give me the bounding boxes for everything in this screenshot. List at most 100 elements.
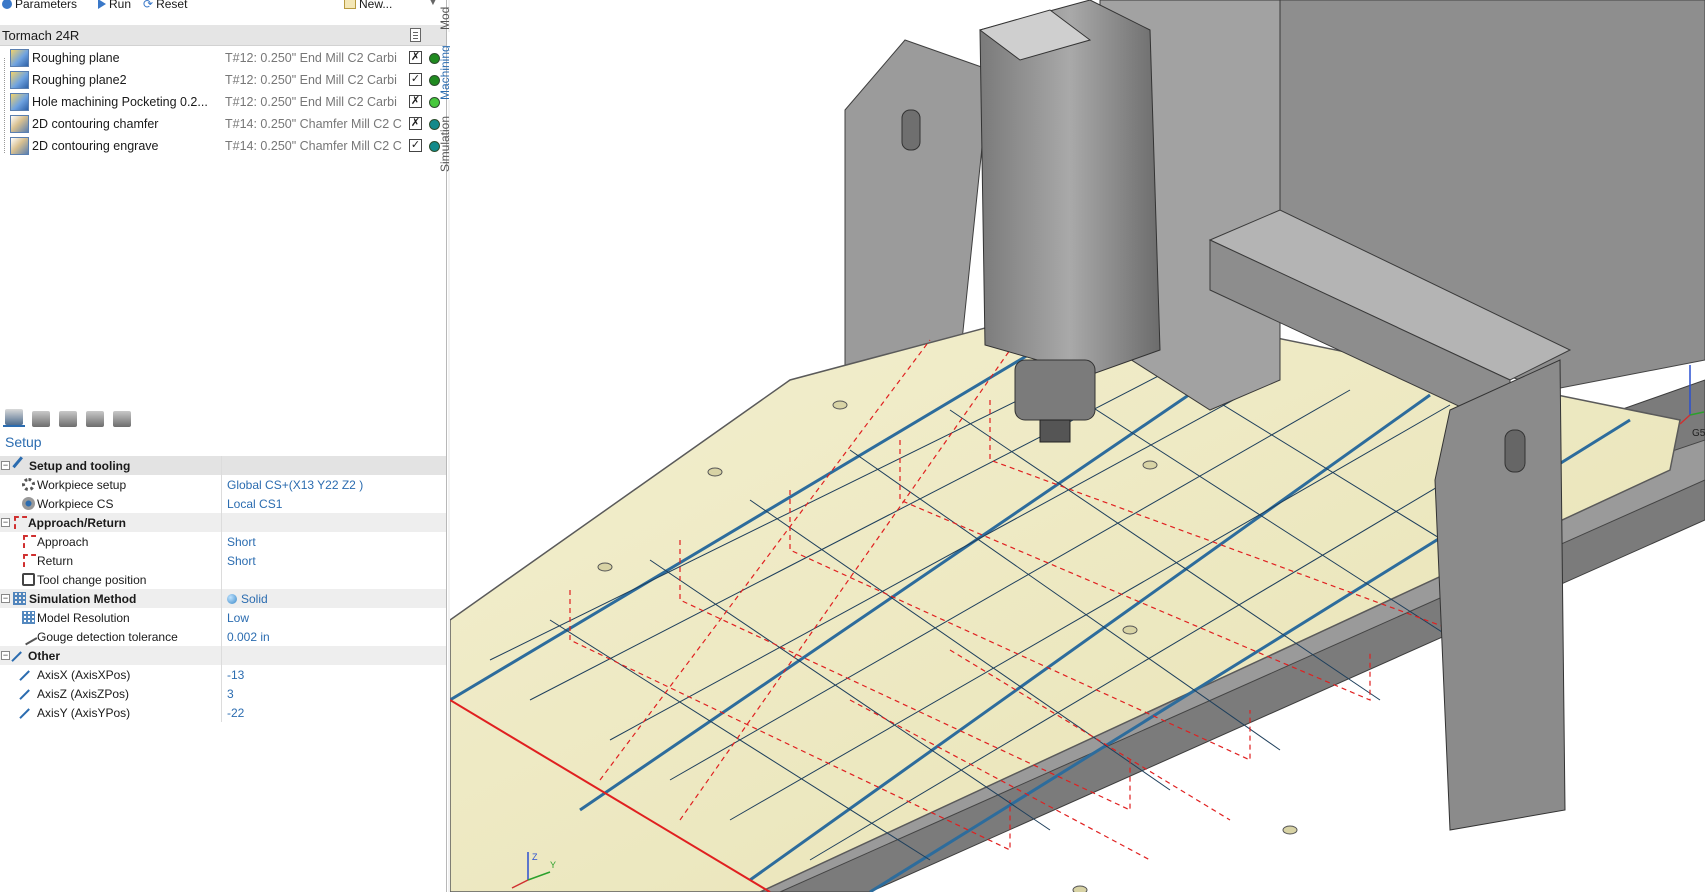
property-label: Gouge detection tolerance <box>37 630 178 644</box>
operations-toolbar: Parameters Run ⟳ Reset New... ▼ <box>0 0 446 12</box>
parameters-button[interactable]: Parameters <box>2 0 78 11</box>
operation-row[interactable]: Hole machining Pocketing 0.2... T#12: 0.… <box>0 91 446 113</box>
operation-row[interactable]: Roughing plane2 T#12: 0.250" End Mill C2… <box>0 69 446 91</box>
simulation-icon <box>13 592 26 605</box>
property-value[interactable]: Local CS1 <box>227 497 282 511</box>
property-row[interactable]: Model Resolution Low <box>0 608 446 627</box>
property-row[interactable]: AxisY (AxisYPos) -22 <box>0 703 446 727</box>
coordinate-system-icon <box>22 497 35 510</box>
property-value[interactable]: 3 <box>227 687 234 701</box>
operation-checkbox[interactable]: ✓ <box>409 139 422 152</box>
property-row[interactable]: Approach Short <box>0 532 446 551</box>
run-button[interactable]: Run <box>98 0 131 10</box>
property-label: AxisX (AxisXPos) <box>37 668 131 682</box>
collapse-icon[interactable]: − <box>1 651 10 660</box>
property-group-simulation[interactable]: − Simulation Method Solid <box>0 589 446 608</box>
property-row[interactable]: Workpiece CS Local CS1 <box>0 494 446 513</box>
property-row[interactable]: Tool change position <box>0 570 446 589</box>
right-upright-slot <box>1504 429 1526 473</box>
property-group-setup[interactable]: − Setup and tooling <box>0 456 446 475</box>
resolution-icon <box>22 611 35 624</box>
operation-name: Roughing plane2 <box>32 73 127 87</box>
property-row[interactable]: AxisZ (AxisZPos) 3 <box>0 684 446 708</box>
parameters-label: Parameters <box>15 0 78 11</box>
operation-tool: T#14: 0.250" Chamfer Mill C2 C <box>225 117 402 131</box>
property-label: AxisY (AxisYPos) <box>37 706 131 720</box>
column-divider <box>221 703 222 722</box>
group-label: Simulation Method <box>29 592 137 606</box>
tool-holder <box>1039 419 1071 443</box>
column-divider <box>221 608 222 627</box>
contouring-icon <box>10 115 29 133</box>
tab-probe[interactable] <box>111 405 133 427</box>
property-group-approach-return[interactable]: − Approach/Return <box>0 513 446 532</box>
property-value[interactable]: 0.002 in <box>227 630 270 644</box>
new-button[interactable]: New... <box>344 0 392 10</box>
property-label: Tool change position <box>37 573 147 587</box>
tab-fixture[interactable] <box>57 405 79 427</box>
operation-tool: T#14: 0.250" Chamfer Mill C2 C <box>225 139 402 153</box>
operation-row[interactable]: 2D contouring engrave T#14: 0.250" Chamf… <box>0 135 446 157</box>
column-divider <box>221 532 222 551</box>
3d-viewport[interactable]: Z Y G5 <box>450 0 1705 892</box>
collapse-icon[interactable]: − <box>1 594 10 603</box>
operation-checkbox[interactable]: ✗ <box>409 117 422 130</box>
gear-tools-icon <box>32 411 50 427</box>
group-label: Other <box>28 649 61 663</box>
operations-list: Roughing plane T#12: 0.250" End Mill C2 … <box>0 47 446 157</box>
property-row[interactable]: Workpiece setup Global CS+(X13 Y22 Z2 ) <box>0 475 446 494</box>
fixture-icon <box>59 411 77 427</box>
property-value[interactable]: Short <box>227 554 256 568</box>
triad-z-label: Z <box>532 852 538 862</box>
document-icon[interactable] <box>410 28 421 42</box>
collapse-icon[interactable]: − <box>1 461 10 470</box>
operation-checkbox[interactable]: ✗ <box>409 51 422 64</box>
triad-y-label: Y <box>550 860 556 870</box>
operations-panel: Parameters Run ⟳ Reset New... ▼ Tormach … <box>0 0 447 892</box>
property-group-other[interactable]: − Other <box>0 646 446 670</box>
operation-name: Hole machining Pocketing 0.2... <box>32 95 208 109</box>
operation-row[interactable]: 2D contouring chamfer T#14: 0.250" Chamf… <box>0 113 446 135</box>
property-tabs <box>3 405 133 429</box>
property-label: Model Resolution <box>37 611 130 625</box>
operation-name: 2D contouring engrave <box>32 139 159 153</box>
machine-scene[interactable]: Z Y <box>450 0 1705 892</box>
machine-header[interactable]: Tormach 24R <box>0 25 446 46</box>
operation-checkbox[interactable]: ✓ <box>409 73 422 86</box>
simulation-method-value[interactable]: Solid <box>227 592 268 606</box>
roughing-plane-icon <box>10 71 29 89</box>
reset-button[interactable]: ⟳ Reset <box>143 0 187 10</box>
property-value[interactable]: Short <box>227 535 256 549</box>
column-divider <box>221 494 222 513</box>
property-value[interactable]: -22 <box>227 706 244 720</box>
operation-checkbox[interactable]: ✗ <box>409 95 422 108</box>
property-row[interactable]: AxisX (AxisXPos) -13 <box>0 665 446 689</box>
solid-icon <box>227 594 237 604</box>
tab-stock[interactable] <box>84 405 106 427</box>
operation-tool: T#12: 0.250" End Mill C2 Carbi <box>225 73 397 87</box>
axis-icon <box>19 708 38 727</box>
machine-icon <box>5 409 23 425</box>
property-label: Workpiece CS <box>37 497 114 511</box>
parameters-icon <box>2 0 12 9</box>
workpiece-setup-icon <box>22 478 35 491</box>
column-divider <box>221 456 222 475</box>
spindle-nose <box>1014 359 1096 421</box>
tool-change-icon <box>22 573 35 586</box>
property-value[interactable]: Low <box>227 611 249 625</box>
operation-row[interactable]: Roughing plane T#12: 0.250" End Mill C2 … <box>0 47 446 69</box>
collapse-icon[interactable]: − <box>1 518 10 527</box>
property-label: Approach <box>37 535 89 549</box>
tab-machine[interactable] <box>3 405 25 427</box>
tab-tools[interactable] <box>30 405 52 427</box>
property-value[interactable]: Global CS+(X13 Y22 Z2 ) <box>227 478 363 492</box>
property-row[interactable]: Return Short <box>0 551 446 570</box>
setup-title: Setup <box>5 434 42 450</box>
new-document-icon <box>344 0 356 9</box>
property-row[interactable]: Gouge detection tolerance 0.002 in <box>0 627 446 646</box>
chevron-down-icon[interactable]: ▼ <box>428 0 438 8</box>
wrench-icon <box>12 456 31 475</box>
column-divider <box>221 627 222 646</box>
operation-name: Roughing plane <box>32 51 120 65</box>
property-value[interactable]: -13 <box>227 668 244 682</box>
